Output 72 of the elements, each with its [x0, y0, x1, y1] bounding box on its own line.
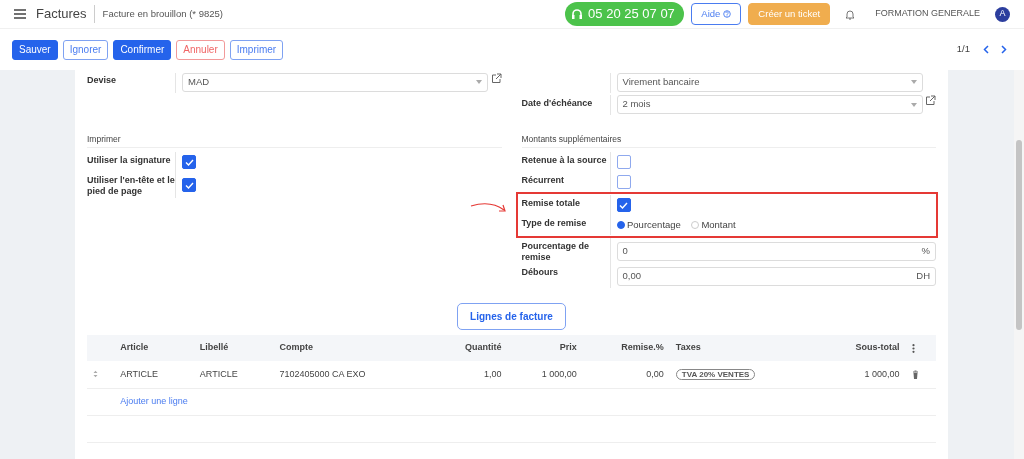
- unit-label: %: [921, 244, 930, 259]
- column-header: Libellé: [193, 335, 274, 362]
- select-field[interactable]: 2 mois: [616, 95, 923, 114]
- action-button[interactable]: Confirmer: [113, 39, 172, 60]
- field-label: Type de remise: [521, 217, 587, 228]
- caret-icon: [910, 80, 917, 84]
- add-line-link[interactable]: Ajouter une ligne: [120, 395, 188, 406]
- checkbox[interactable]: [182, 155, 196, 170]
- pager-count: 1/1: [956, 42, 970, 57]
- field-label: Date d'échéance: [521, 97, 593, 108]
- input-field[interactable]: 0 %: [616, 241, 936, 261]
- menu-icon[interactable]: [14, 9, 26, 19]
- group-title: Montants supplémentaires: [521, 133, 622, 144]
- action-button[interactable]: Ignorer: [62, 39, 109, 60]
- drag-handle-icon[interactable]: [93, 370, 98, 379]
- column-header: Article: [114, 335, 194, 362]
- column-header: Remise.%: [582, 335, 670, 362]
- field-label: Pourcentage de remise: [521, 240, 590, 263]
- field-label: Récurrent: [521, 174, 564, 185]
- field-label: Utiliser l'en-tête et le pied de page: [87, 174, 175, 197]
- trash-icon[interactable]: [911, 369, 919, 379]
- column-header: Prix: [507, 335, 583, 362]
- group-title: Imprimer: [87, 133, 121, 144]
- caret-icon: [476, 80, 482, 84]
- table-cell: 1 000,00: [816, 361, 906, 389]
- action-button[interactable]: Sauver: [12, 39, 58, 60]
- checkbox[interactable]: [616, 155, 631, 170]
- avatar[interactable]: A: [995, 6, 1010, 22]
- section-button[interactable]: Lignes de facture: [457, 303, 566, 331]
- column-header: Taxes: [669, 335, 817, 362]
- breadcrumb: Facture en brouillon (* 9825): [102, 6, 223, 21]
- app-title: Factures: [36, 5, 87, 24]
- table-cell: 7102405000 CA EXO: [273, 361, 431, 389]
- checkbox[interactable]: [616, 175, 631, 190]
- phone-number: 05 20 25 07 07: [588, 5, 675, 24]
- help-icon: [722, 10, 731, 18]
- column-header: Quantité: [430, 335, 508, 362]
- help-button[interactable]: Aide: [691, 2, 741, 26]
- table-cell: 1,00: [430, 361, 508, 389]
- select-field[interactable]: MAD: [182, 72, 488, 92]
- headset-icon: [571, 8, 584, 20]
- checkbox[interactable]: [182, 178, 196, 193]
- column-header: Compte: [273, 335, 431, 362]
- field-label: Retenue à la source: [521, 154, 607, 165]
- chevron-right-icon[interactable]: [1001, 45, 1007, 54]
- field-label: Devise: [87, 75, 117, 85]
- chevron-left-icon[interactable]: [982, 45, 989, 54]
- check-icon: [184, 158, 194, 166]
- kebab-icon[interactable]: [911, 343, 915, 353]
- table-cell: 0,00: [582, 361, 670, 389]
- field-label: Remise totale: [521, 197, 581, 208]
- select-field[interactable]: Virement bancaire: [616, 72, 923, 92]
- radio-option[interactable]: Montant: [690, 218, 736, 233]
- action-button[interactable]: Imprimer: [229, 39, 284, 60]
- external-link-icon[interactable]: [490, 72, 502, 84]
- company-name[interactable]: FORMATION GENERALE: [875, 7, 980, 21]
- table-cell: ARTICLE: [114, 361, 194, 389]
- field-label: Utiliser la signature: [87, 154, 171, 165]
- checkbox[interactable]: [616, 198, 631, 213]
- external-link-icon[interactable]: [925, 95, 936, 106]
- caret-icon: [910, 102, 917, 107]
- table-cell: ARTICLE: [193, 361, 274, 389]
- column-header: Sous-total: [816, 335, 906, 362]
- unit-label: DH: [916, 269, 930, 283]
- table-cell: 1 000,00: [507, 361, 583, 389]
- check-icon: [184, 181, 194, 189]
- bell-icon[interactable]: [845, 8, 856, 20]
- radio-option[interactable]: Pourcentage: [616, 218, 681, 233]
- check-icon: [619, 201, 628, 209]
- scrollbar[interactable]: [1014, 70, 1024, 459]
- input-field[interactable]: 0,00 DH: [616, 266, 936, 286]
- field-label: Débours: [521, 266, 558, 277]
